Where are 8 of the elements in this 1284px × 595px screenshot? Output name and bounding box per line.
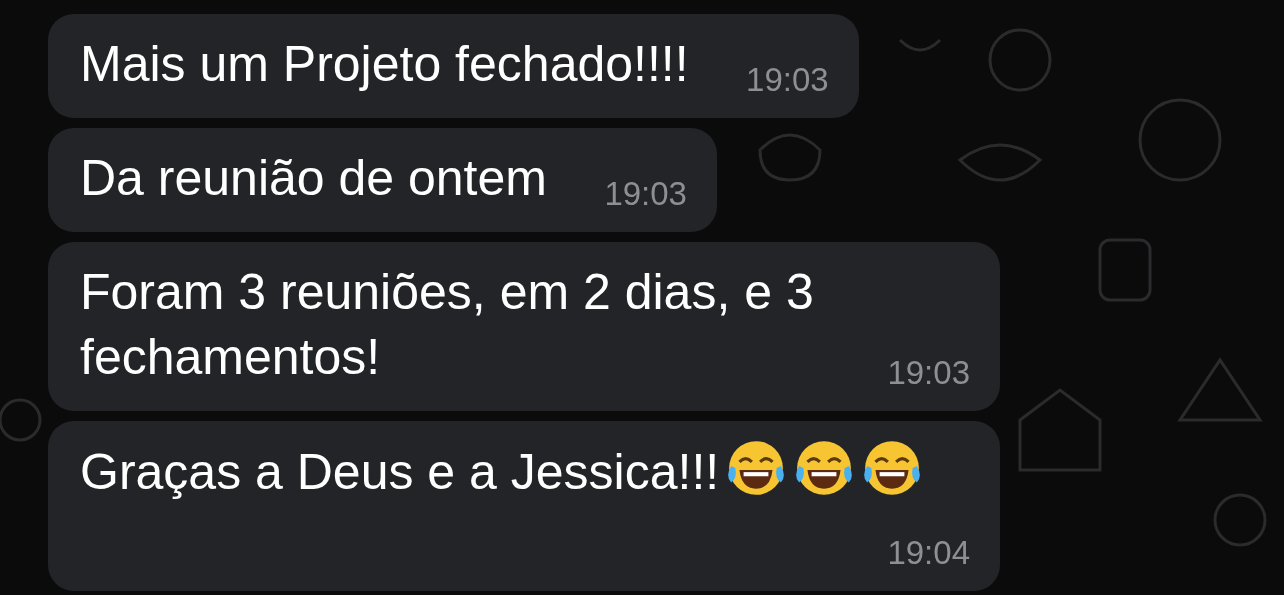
message-text: Graças a Deus e a Jessica!!! <box>80 444 720 500</box>
message-time: 19:03 <box>604 174 687 214</box>
message-time: 19:03 <box>887 353 970 393</box>
message-text: Da reunião de ontem <box>80 150 547 206</box>
message-time: 19:03 <box>746 60 829 100</box>
message-text: Mais um Projeto fechado!!!! <box>80 36 689 92</box>
message-text: Foram 3 reuniões, em 2 dias, e 3 fechamentos! <box>80 264 814 385</box>
message-time: 19:04 <box>887 533 970 573</box>
